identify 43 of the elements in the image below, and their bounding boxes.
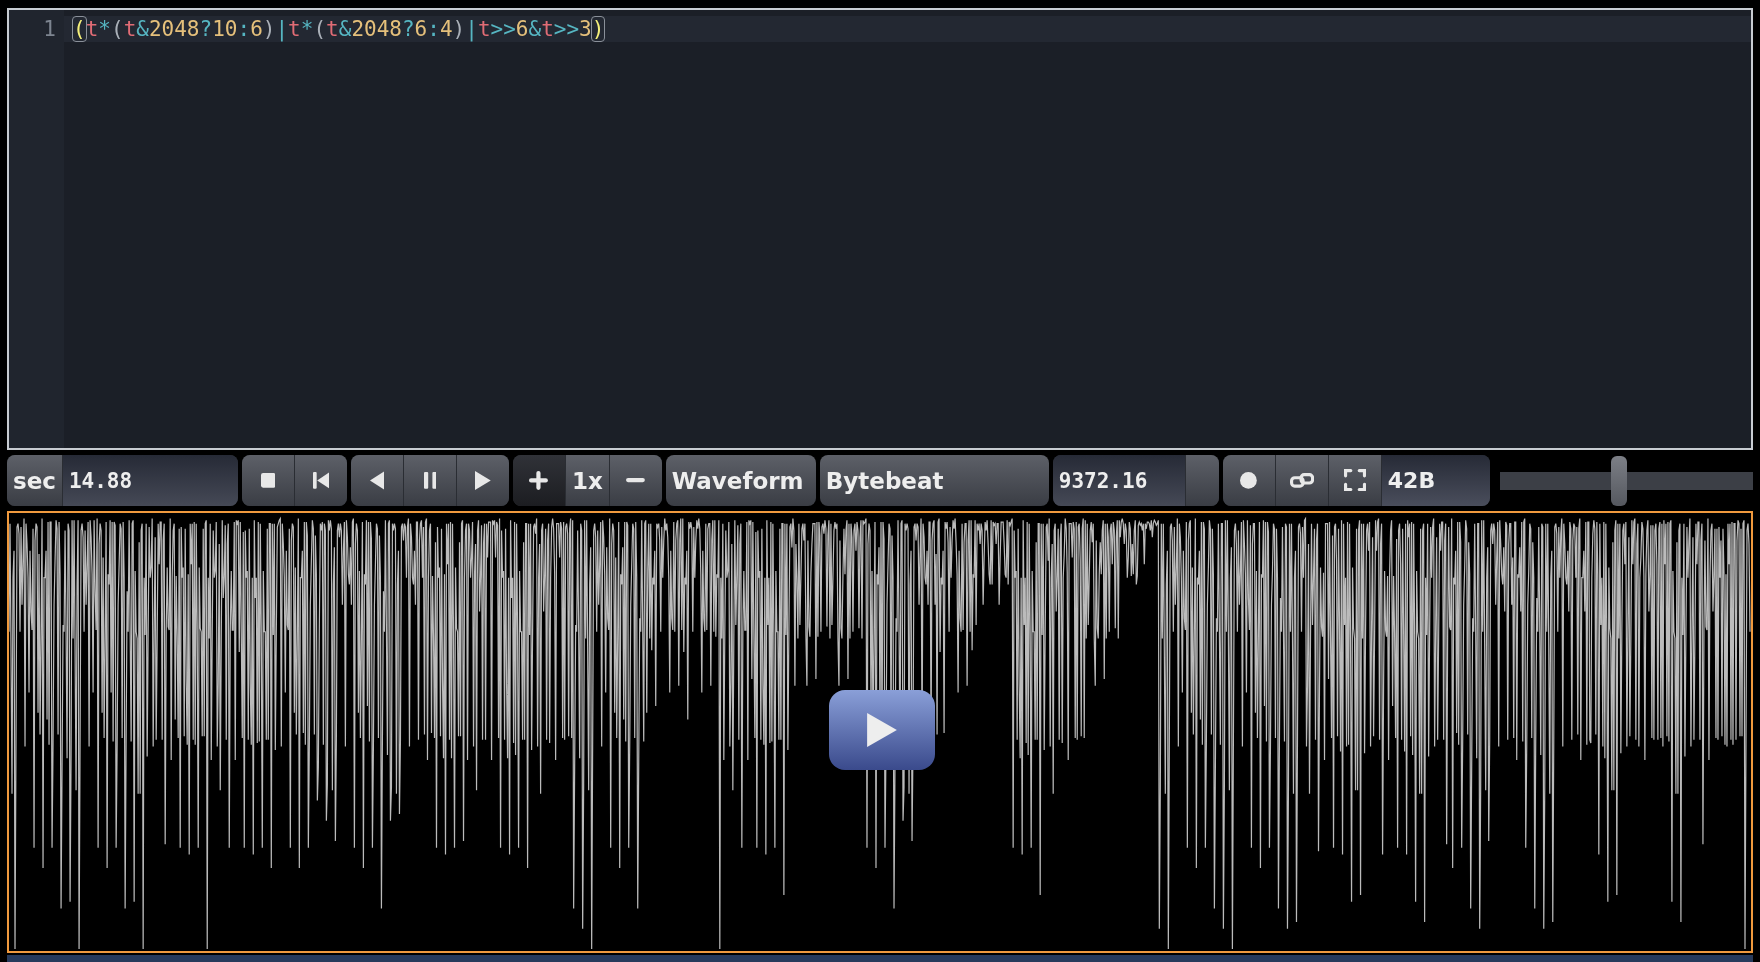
bracket: ) (591, 17, 605, 41)
play-icon (475, 471, 491, 490)
time-unit-button[interactable]: sec (7, 455, 62, 506)
stop-icon (260, 473, 276, 488)
stop-button[interactable] (241, 455, 294, 506)
plus-icon (529, 471, 549, 490)
code-text: t&2048?6:4 (326, 17, 453, 41)
share-link-button[interactable] (1275, 455, 1328, 506)
play-button[interactable] (456, 455, 509, 506)
code-text: t&2048?10:6 (123, 17, 263, 41)
bracket: ) (262, 17, 276, 41)
time-field[interactable]: 14.88 (62, 455, 238, 506)
pause-button[interactable] (403, 455, 456, 506)
speed-up-button[interactable] (512, 455, 565, 506)
code-editor[interactable]: 1 (t*(t&2048?10:6)|t*(t&2048?6:4)|t>>6&t>>3) (7, 8, 1753, 450)
rewind-icon (312, 472, 330, 489)
reverse-play-icon (369, 471, 385, 490)
bracket: ( (110, 17, 124, 41)
fullscreen-button[interactable] (1328, 455, 1381, 506)
code-text: t* (85, 17, 111, 41)
fullscreen-icon (1343, 469, 1366, 492)
speed-down-button[interactable] (609, 455, 662, 506)
code-text: |t>>6&t>>3 (465, 17, 592, 41)
slider-thumb[interactable] (1610, 455, 1627, 506)
sample-rate-field[interactable]: 9372.16 (1052, 455, 1185, 506)
speed-button[interactable]: 1x (565, 455, 609, 506)
link-icon (1289, 473, 1314, 488)
bracket: ) (452, 17, 466, 41)
play-backward-button[interactable] (350, 455, 403, 506)
pause-icon (423, 472, 437, 489)
code-text: |t* (275, 17, 314, 41)
draw-mode-select[interactable]: Waveform (665, 455, 816, 506)
bracket: ( (73, 17, 86, 41)
record-icon (1240, 472, 1258, 489)
mode-select[interactable]: Bytebeat (819, 455, 1049, 506)
record-button[interactable] (1222, 455, 1275, 506)
play-overlay-button[interactable] (829, 690, 935, 770)
line-number: 1 (42, 16, 57, 42)
minus-icon (626, 478, 646, 483)
play-icon (867, 713, 897, 747)
rewind-button[interactable] (294, 455, 347, 506)
bracket: ( (313, 17, 327, 41)
code-size-label: 42B (1381, 455, 1490, 506)
